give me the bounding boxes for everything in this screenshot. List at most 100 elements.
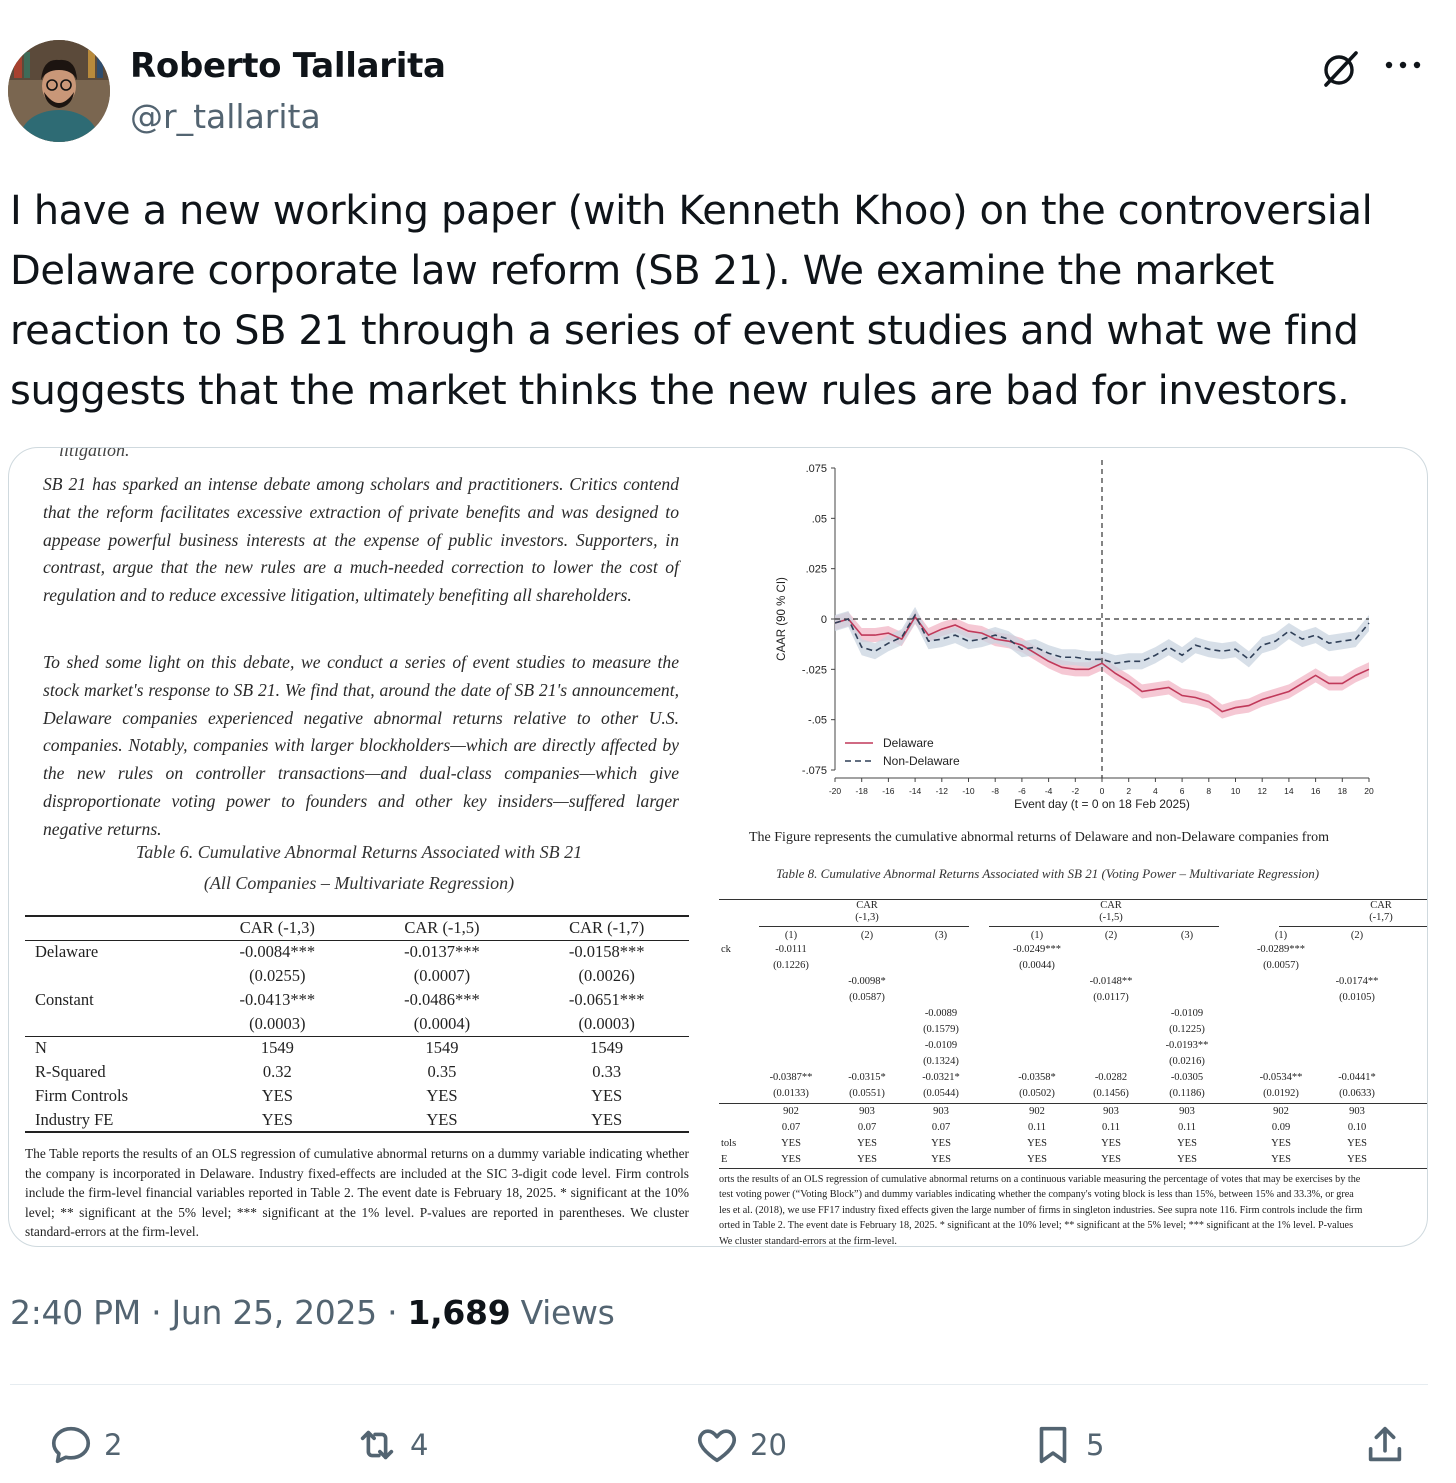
table-row: (0.0255) (0.0007) (0.0026) (25, 964, 689, 988)
x-tick-label: -14 (909, 786, 922, 796)
table-header-cell: CAR (-1,3) (195, 915, 360, 941)
x-tick-label: -10 (962, 786, 975, 796)
paper-paragraph-2: To shed some light on this debate, we co… (43, 652, 679, 839)
bookmark-count: 5 (1086, 1428, 1105, 1462)
table-bottom-rule (719, 1168, 1427, 1169)
table-cell: Firm Controls (35, 1086, 129, 1105)
table-row: Industry FE YES YES YES (25, 1108, 689, 1133)
author-handle[interactable]: @r_tallarita (130, 97, 321, 136)
author-name[interactable]: Roberto Tallarita (130, 46, 446, 86)
table-cell: (0.1186) (1169, 1088, 1205, 1099)
more-options-icon[interactable] (1381, 50, 1425, 80)
group-header: (-1,7) (1369, 912, 1393, 923)
table-cell: N (25, 1035, 195, 1060)
caar-line-chart: .075.05.0250-.025-.05-.075-20 -18 -16 -14 -1… (776, 460, 1374, 811)
table-cell: -0.0089 (924, 1008, 958, 1019)
table-cell: 902 (1029, 1106, 1045, 1117)
table-cell: (0.0587) (849, 992, 885, 1003)
tweet-meta: 2:40 PM · Jun 25, 2025 · 1,689 Views (10, 1293, 615, 1332)
table-cell: R-Squared (35, 1062, 106, 1081)
table-cell: -0.0084*** (239, 942, 316, 962)
table-cell: YES (1177, 1154, 1197, 1165)
table6: CAR (-1,3) CAR (-1,5) CAR (-1,7) Delawar… (25, 915, 689, 1133)
table-cell: -0.0358* (1018, 1072, 1056, 1083)
author-avatar[interactable] (8, 40, 110, 142)
table-cell: 0.11 (1028, 1122, 1046, 1133)
y-tick-label: -.025 (802, 664, 827, 676)
table-cell: YES (1271, 1138, 1291, 1149)
table-cell: -0.0413*** (239, 990, 316, 1009)
reply-button[interactable]: 2 (48, 1420, 122, 1470)
share-icon (1368, 1426, 1402, 1462)
table-cell: YES (1101, 1154, 1121, 1165)
table-cell: -0.0315* (848, 1072, 886, 1083)
x-tick-label: 8 (1206, 786, 1211, 796)
table-cell: (0.0544) (923, 1088, 959, 1099)
tweet-time[interactable]: 2:40 PM (10, 1293, 141, 1332)
views-count: 1,689 (407, 1293, 511, 1332)
x-tick-label: -16 (882, 786, 895, 796)
table-header-row: CAR (-1,3) CAR (-1,5) CAR (-1,7) (25, 915, 689, 941)
legend-label: Non-Delaware (883, 754, 960, 768)
paper-excerpt-right: .075.05.025 0 -.025 -.05 -.075 -20 -18 -16 -14 -1… (709, 448, 1427, 1247)
repost-count: 4 (410, 1428, 429, 1462)
table-cell: 0.10 (1347, 1122, 1367, 1133)
tweet-media-image[interactable]: litigation. SB 21 has sparked an intense… (8, 447, 1428, 1247)
x-tick-label: -8 (991, 786, 999, 796)
note-line: orted in Table 2. The event date is Febr… (719, 1220, 1354, 1232)
y-tick-label: -.05 (808, 715, 827, 727)
table-row: (0.0003) (0.0004) (0.0003) (25, 1012, 689, 1036)
table-cell: -0.0289*** (1256, 944, 1306, 955)
note-line: test voting power (“Voting Block”) and d… (719, 1189, 1354, 1201)
table-cell (25, 1012, 195, 1036)
table-cell: 1549 (359, 1035, 525, 1060)
share-button[interactable] (1362, 1420, 1418, 1470)
table-cell: (0.1579) (923, 1024, 959, 1035)
bookmark-button[interactable]: 5 (1030, 1420, 1104, 1470)
heart-icon (697, 1429, 737, 1463)
separator-dot: · (151, 1293, 172, 1332)
x-tick-label: -6 (1018, 786, 1026, 796)
views-label: Views (520, 1293, 615, 1332)
table-mid-rule (719, 1103, 1427, 1104)
table-cell: (0.0502) (1019, 1088, 1055, 1099)
grok-icon[interactable] (1318, 47, 1362, 91)
divider (10, 1384, 1428, 1385)
table-cell: (0.1225) (1169, 1024, 1205, 1035)
x-tick-label: -2 (1072, 786, 1080, 796)
table-cell: 902 (783, 1106, 799, 1117)
table-cell: YES (857, 1138, 877, 1149)
x-tick-label: 6 (1180, 786, 1185, 796)
table-cell: YES (1271, 1154, 1291, 1165)
table-cell: -0.0137*** (404, 942, 480, 962)
row-label: ck (721, 944, 731, 955)
table-cell: -0.0321* (922, 1072, 960, 1083)
column-header: (1) (1274, 930, 1288, 941)
tweet-text: I have a new working paper (with Kenneth… (10, 188, 1373, 414)
group-rule (759, 926, 969, 927)
like-count: 20 (750, 1428, 787, 1462)
table-cell: -0.0193** (1165, 1040, 1209, 1051)
repost-button[interactable]: 4 (354, 1420, 428, 1470)
like-button[interactable]: 20 (694, 1420, 787, 1470)
table-cell: (0.0026) (578, 966, 635, 985)
table-cell: YES (195, 1108, 360, 1133)
repost-icon (360, 1430, 394, 1460)
table-cell: Constant (35, 990, 94, 1009)
table8-note: orts the results of an OLS regression of… (719, 1172, 1427, 1247)
table-header-cell (25, 915, 195, 941)
table-cell: 903 (859, 1106, 875, 1117)
table-cell: (0.0117) (1093, 992, 1129, 1003)
note-line: We cluster standard-errors at the firm-l… (719, 1235, 897, 1247)
tweet-date[interactable]: Jun 25, 2025 (171, 1293, 377, 1332)
figure-caption: The Figure represents the cumulative abn… (749, 830, 1329, 845)
column-header: (1) (784, 930, 798, 941)
table-cell: 0.07 (781, 1122, 801, 1133)
table-cell: (0.1226) (773, 960, 809, 971)
row-label: E (721, 1154, 728, 1165)
group-header: (-1,3) (855, 912, 879, 923)
table-cell: -0.0109 (1170, 1008, 1204, 1019)
x-tick-label: -20 (829, 786, 842, 796)
table-header-cell: CAR (-1,5) (359, 915, 525, 941)
table8: CAR (-1,3) CAR (-1,5) CAR (-1,7) (1) (2) (3) (1)(… (719, 899, 1427, 1170)
